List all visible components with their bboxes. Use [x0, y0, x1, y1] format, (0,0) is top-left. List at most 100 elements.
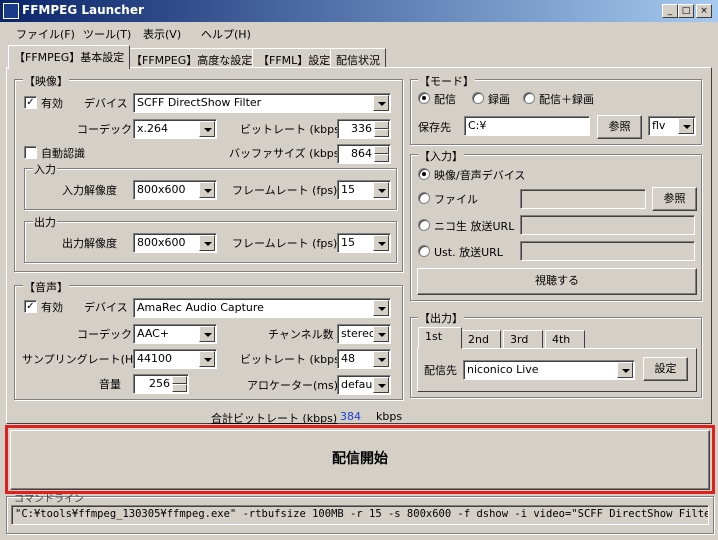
video-enabled-checkbox[interactable]: ✓: [24, 96, 37, 109]
chevron-down-icon: [373, 326, 389, 342]
mode-record-label: 録画: [488, 93, 510, 106]
audio-enabled-label: 有効: [41, 301, 63, 314]
chevron-down-icon: [617, 362, 633, 378]
output-fps-select[interactable]: 15: [337, 233, 391, 253]
buffer-size-label: バッファサイズ (kbps): [229, 147, 344, 160]
chevron-down-icon: [373, 351, 389, 367]
video-codec-select[interactable]: x.264: [133, 119, 217, 139]
input-resolution-select[interactable]: 800x600: [133, 180, 217, 200]
mode-record-radio[interactable]: [472, 92, 484, 104]
input-niconama-url[interactable]: [520, 215, 695, 235]
chevron-down-icon: [373, 300, 389, 316]
video-codec-label: コーデック: [77, 123, 132, 136]
video-device-value: SCFF DirectShow Filter: [137, 96, 262, 109]
watch-button[interactable]: 視聴する: [417, 268, 697, 295]
input-file-radio[interactable]: [418, 192, 430, 204]
volume-label: 音量: [99, 378, 121, 391]
menu-help[interactable]: ヘルプ(H): [201, 26, 251, 42]
save-path-label: 保存先: [418, 121, 451, 134]
title-bar: FFMPEG Launcher _ □ ×: [0, 0, 718, 22]
buffer-size-spinner[interactable]: 864: [337, 144, 391, 164]
chevron-down-icon: [199, 121, 215, 137]
sampling-rate-select[interactable]: 44100: [133, 349, 217, 369]
chevron-down-icon: [373, 182, 389, 198]
channel-count-select[interactable]: stereo: [337, 324, 391, 344]
chevron-down-icon: [373, 235, 389, 251]
input-fps-label: フレームレート (fps): [232, 184, 338, 197]
app-icon: [3, 3, 19, 19]
audio-bitrate-label: ビットレート (kbps): [240, 353, 345, 366]
input-ust-radio[interactable]: [418, 245, 430, 257]
input-resolution-label: 入力解像度: [62, 184, 117, 197]
total-bitrate-label: 合計ビットレート (kbps): [211, 412, 338, 425]
output-tab-4th[interactable]: 4th: [545, 330, 585, 349]
audio-bitrate-select[interactable]: 48: [337, 349, 391, 369]
output-tab-2nd[interactable]: 2nd: [461, 330, 501, 349]
spin-up-icon[interactable]: [172, 376, 187, 384]
tab-basic-settings[interactable]: 【FFMPEG】基本設定: [8, 45, 131, 69]
buffer-size-value: 864: [351, 147, 372, 160]
input-ust-url[interactable]: [520, 241, 695, 261]
minimize-button[interactable]: _: [662, 4, 678, 18]
maximize-button[interactable]: □: [678, 4, 694, 18]
destination-select[interactable]: niconico Live: [463, 360, 635, 380]
cmdline-input[interactable]: "C:¥tools¥ffmpeg_130305¥ffmpeg.exe" -rtb…: [11, 505, 709, 525]
menu-file[interactable]: ファイル(F): [16, 26, 75, 42]
input-device-radio[interactable]: [418, 168, 430, 180]
menu-tools[interactable]: ツール(T): [83, 26, 131, 42]
video-device-select[interactable]: SCFF DirectShow Filter: [133, 93, 391, 113]
mode-stream-record-radio[interactable]: [523, 92, 535, 104]
input-niconama-radio[interactable]: [418, 219, 430, 231]
output-resolution-label: 出力解像度: [62, 237, 117, 250]
close-button[interactable]: ×: [696, 4, 712, 18]
video-bitrate-value: 336: [351, 122, 372, 135]
output-tab-3rd[interactable]: 3rd: [503, 330, 543, 349]
input-legend: 【入力】: [418, 148, 464, 164]
mode-stream-radio[interactable]: [418, 92, 430, 104]
video-enabled-label: 有効: [41, 97, 63, 110]
tab-ffml-settings[interactable]: 【FFML】設定: [252, 48, 337, 68]
output-tab-1st[interactable]: 1st: [418, 327, 462, 349]
spin-down-icon[interactable]: [172, 384, 187, 392]
input-resolution-value: 800x600: [137, 183, 186, 196]
auto-detect-checkbox[interactable]: [24, 146, 37, 159]
input-device-label: 映像/音声デバイス: [434, 169, 526, 182]
save-path-browse-button[interactable]: 参照: [597, 115, 642, 139]
audio-bitrate-value: 48: [341, 352, 355, 365]
audio-codec-value: AAC+: [137, 327, 170, 340]
spin-up-icon[interactable]: [374, 121, 389, 129]
tab-stream-status[interactable]: 配信状況: [330, 48, 386, 68]
volume-spinner[interactable]: 256: [133, 374, 189, 394]
audio-legend: 【音声】: [23, 279, 69, 295]
audio-codec-select[interactable]: AAC+: [133, 324, 217, 344]
input-file-browse-button[interactable]: 参照: [652, 187, 697, 211]
output-resolution-select[interactable]: 800x600: [133, 233, 217, 253]
total-bitrate-unit: kbps: [376, 410, 403, 423]
menu-view[interactable]: 表示(V): [143, 26, 181, 42]
auto-detect-label: 自動認識: [41, 147, 85, 160]
input-fps-select[interactable]: 15: [337, 180, 391, 200]
total-bitrate-value: 384: [340, 410, 361, 423]
start-streaming-button[interactable]: 配信開始: [10, 430, 710, 490]
menu-bar: ファイル(F) ツール(T) 表示(V) ヘルプ(H): [0, 22, 718, 43]
audio-device-select[interactable]: AmaRec Audio Capture: [133, 298, 391, 318]
format-select[interactable]: flv: [648, 116, 696, 136]
output-fps-label: フレームレート (fps): [232, 237, 338, 250]
spin-down-icon[interactable]: [374, 129, 389, 137]
audio-enabled-checkbox[interactable]: ✓: [24, 300, 37, 313]
chevron-down-icon: [199, 326, 215, 342]
spin-up-icon[interactable]: [374, 146, 389, 154]
tab-advanced-settings[interactable]: 【FFMPEG】高度な設定: [125, 48, 259, 68]
video-bitrate-spinner[interactable]: 336: [337, 119, 391, 139]
chevron-down-icon: [199, 182, 215, 198]
audio-device-value: AmaRec Audio Capture: [137, 301, 264, 314]
destination-settings-button[interactable]: 設定: [643, 357, 688, 381]
input-file-path[interactable]: [520, 189, 646, 209]
allocator-select[interactable]: default: [337, 375, 391, 395]
spin-down-icon[interactable]: [374, 154, 389, 162]
chevron-down-icon: [199, 351, 215, 367]
save-path-input[interactable]: C:¥: [464, 116, 590, 136]
channel-count-label: チャンネル数: [268, 328, 334, 341]
audio-codec-label: コーデック: [77, 328, 132, 341]
chevron-down-icon: [373, 377, 389, 393]
